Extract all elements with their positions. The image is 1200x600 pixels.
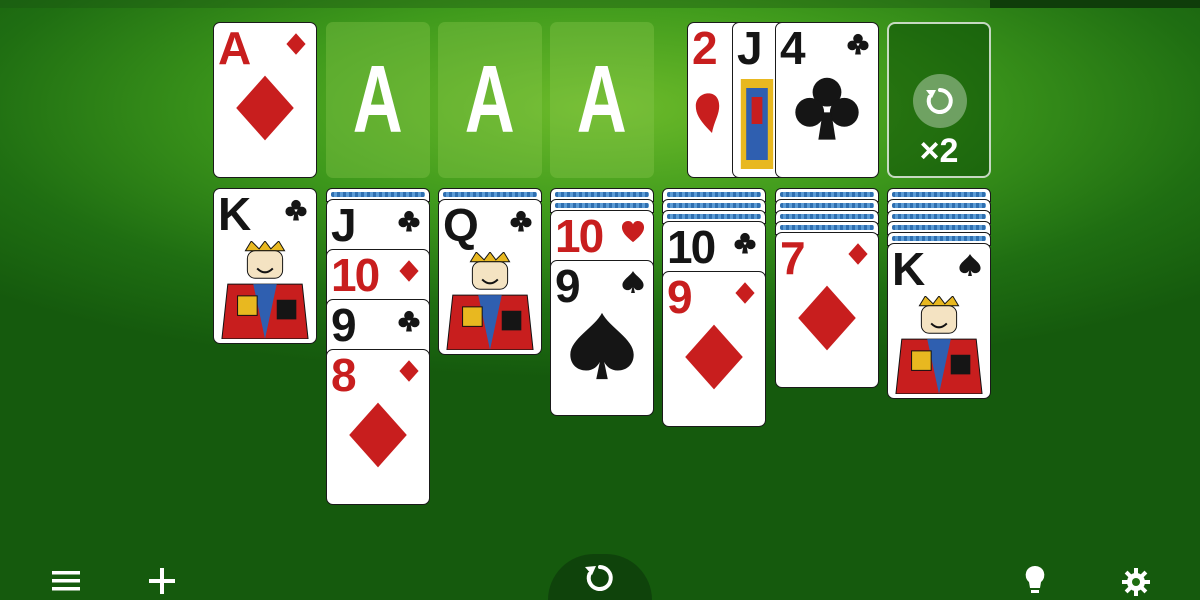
card-partial-art	[695, 93, 720, 133]
diamond-icon	[735, 282, 755, 304]
foundation-card-ace-diamonds[interactable]: A	[213, 22, 317, 178]
card-rank: 9	[555, 260, 581, 312]
club-icon	[847, 33, 869, 55]
diamond-pip-icon	[798, 285, 856, 351]
card-rank: 2	[692, 22, 718, 74]
spade-icon	[959, 253, 981, 277]
card-rank: A	[218, 22, 251, 74]
recycle-count: ×2	[919, 132, 959, 170]
tableau-card[interactable]: K	[213, 188, 317, 344]
diamond-pip-icon	[685, 324, 743, 390]
gear-icon[interactable]	[1120, 566, 1152, 598]
diamond-icon	[399, 260, 419, 282]
face-card-art	[218, 241, 312, 339]
card-rank: 10	[555, 210, 604, 262]
club-icon	[510, 210, 532, 232]
tableau-card[interactable]: K	[887, 243, 991, 399]
card-rank: 10	[331, 249, 380, 301]
card-rank: Q	[443, 199, 479, 251]
lightbulb-icon[interactable]	[1022, 562, 1048, 598]
diamond-pip-icon	[236, 75, 294, 141]
menu-icon[interactable]	[50, 564, 82, 598]
game-board: A A A A 2J4 ×2 K J 10 9 8 Q 10 9 10 9 7 K	[0, 0, 1200, 600]
diamond-icon	[399, 360, 419, 382]
club-pip-icon	[795, 77, 859, 140]
foundation-label: A	[353, 46, 403, 153]
recycle-icon[interactable]	[913, 74, 967, 128]
foundation-label: A	[465, 46, 515, 153]
card-rank: 4	[780, 22, 806, 74]
card-rank: 7	[780, 232, 806, 284]
tableau-card[interactable]: 8	[326, 349, 430, 505]
top-right-bar	[990, 0, 1200, 8]
club-icon	[285, 199, 307, 221]
diamond-pip-icon	[349, 402, 407, 468]
bottom-toolbar	[0, 554, 1200, 600]
club-icon	[398, 210, 420, 232]
spade-pip-icon	[570, 312, 634, 379]
card-rank: 9	[331, 299, 357, 351]
card-rank: K	[218, 188, 251, 240]
foundation-label: A	[577, 46, 627, 153]
face-card-art	[892, 296, 986, 394]
card-rank: 8	[331, 349, 357, 401]
foundation-slot-4[interactable]: A	[550, 22, 654, 178]
foundation-slot-2[interactable]: A	[326, 22, 430, 178]
spade-icon	[622, 270, 644, 294]
card-rank: 9	[667, 271, 693, 323]
foundation-slot-3[interactable]: A	[438, 22, 542, 178]
card-rank: 10	[667, 221, 716, 273]
card-rank: J	[331, 199, 357, 251]
waste-card[interactable]: 4	[775, 22, 879, 178]
club-icon	[734, 232, 756, 254]
tableau-card[interactable]: 9	[550, 260, 654, 416]
club-icon	[398, 310, 420, 332]
stock-pile[interactable]: ×2	[887, 22, 991, 178]
tableau-card[interactable]: Q	[438, 199, 542, 355]
diamond-icon	[286, 33, 306, 55]
tableau-card[interactable]: 9	[662, 271, 766, 427]
heart-icon	[621, 220, 645, 243]
card-partial-art	[740, 79, 774, 169]
diamond-icon	[848, 243, 868, 265]
face-card-art	[443, 252, 537, 350]
undo-icon[interactable]	[580, 558, 620, 598]
card-rank: J	[737, 22, 763, 74]
plus-icon[interactable]	[146, 564, 178, 598]
tableau-card[interactable]: 7	[775, 232, 879, 388]
card-rank: K	[892, 243, 925, 295]
